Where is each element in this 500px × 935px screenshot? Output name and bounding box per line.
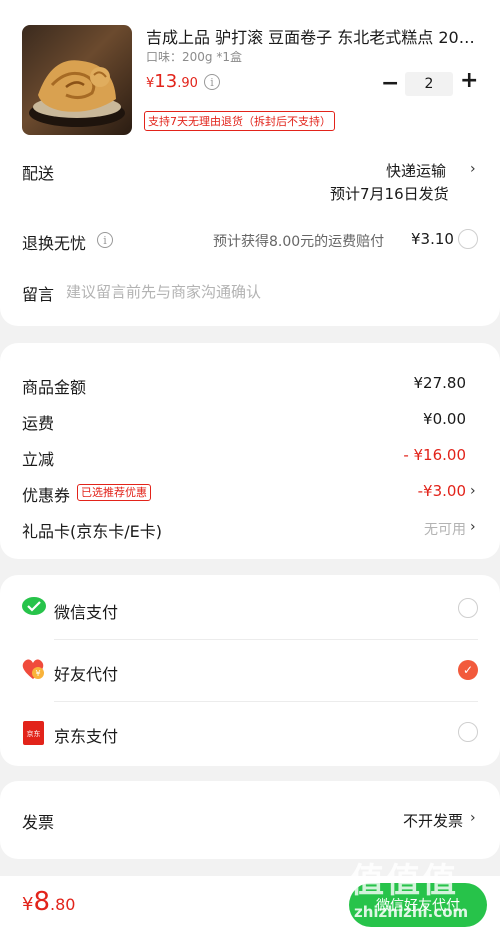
delivery-chevron-icon[interactable]: ›: [470, 161, 476, 177]
friend-pay-heart-icon: ¥: [21, 657, 47, 685]
wechat-pay-label: 微信支付: [54, 603, 119, 622]
refund-description: 预计获得8.00元的运费赔付: [213, 234, 385, 250]
message-input[interactable]: 建议留言前先与商家沟通确认: [66, 281, 261, 302]
price-integer: 13: [154, 71, 178, 92]
coupon-label: 优惠券: [22, 486, 71, 505]
total-integer: 8: [33, 887, 50, 917]
product-name[interactable]: 吉成上品 驴打滚 豆面卷子 东北老式糕点 20…: [146, 24, 476, 48]
quantity-minus-button[interactable]: −: [381, 71, 399, 96]
delivery-label: 配送: [22, 164, 55, 183]
product-spec[interactable]: 口味：200g *1盒: [146, 48, 242, 65]
total-decimal: .80: [50, 895, 76, 914]
wechat-pay-radio[interactable]: [458, 598, 478, 618]
coupon-value[interactable]: -¥3.00: [418, 482, 466, 500]
price-summary-card: 商品金额 ¥27.80 运费 ¥0.00 立减 - ¥16.00 优惠券 已选推…: [0, 343, 500, 559]
payment-option-friend[interactable]: ¥ 好友代付 ✓: [0, 639, 500, 701]
shipping-value: ¥0.00: [423, 410, 466, 428]
total-price: ¥8.80: [22, 887, 75, 917]
shipping-label: 运费: [22, 414, 55, 433]
refund-radio[interactable]: [458, 229, 478, 249]
refund-label: 退换无忧: [22, 234, 87, 253]
product-image[interactable]: [22, 25, 132, 135]
jd-pay-icon: 京东: [23, 721, 44, 745]
invoice-chevron-icon[interactable]: ›: [470, 810, 476, 826]
discount-label: 立减: [22, 450, 55, 469]
watermark-site: zhizhizhi.com: [354, 903, 469, 921]
friend-pay-label: 好友代付: [54, 665, 119, 684]
giftcard-value[interactable]: 无可用: [424, 519, 466, 539]
jd-pay-radio[interactable]: [458, 722, 478, 742]
goods-amount-value: ¥27.80: [413, 374, 467, 392]
wechat-pay-icon: [22, 597, 46, 621]
delivery-eta: 预计7月16日发货: [330, 185, 449, 203]
quantity-plus-button[interactable]: +: [460, 68, 478, 93]
refund-price: ¥3.10: [411, 230, 454, 248]
invoice-card[interactable]: 发票 不开发票 ›: [0, 781, 500, 859]
giftcard-chevron-icon[interactable]: ›: [470, 519, 476, 535]
invoice-value[interactable]: 不开发票: [403, 810, 463, 831]
delivery-method[interactable]: 快递运输: [386, 160, 446, 181]
message-label: 留言: [22, 285, 55, 304]
svg-text:¥: ¥: [35, 669, 40, 678]
watermark-logo: 值值值: [350, 861, 458, 901]
giftcard-label: 礼品卡(京东卡/E卡): [22, 522, 162, 541]
price-decimal: .90: [177, 76, 198, 91]
product-card: 吉成上品 驴打滚 豆面卷子 东北老式糕点 20… 口味：200g *1盒 ¥13…: [0, 0, 500, 326]
total-currency: ¥: [22, 894, 34, 915]
coupon-recommended-badge: 已选推荐优惠: [77, 484, 151, 501]
product-price: ¥13.90: [146, 71, 198, 92]
quantity-input[interactable]: 2: [405, 72, 453, 96]
goods-amount-label: 商品金额: [22, 378, 87, 397]
payment-option-wechat[interactable]: 微信支付: [0, 575, 500, 639]
payment-methods-card: 微信支付 ¥ 好友代付 ✓ 京东 京东支付: [0, 575, 500, 766]
jd-pay-label: 京东支付: [54, 727, 119, 746]
invoice-label: 发票: [22, 813, 55, 832]
return-policy-badge: 支持7天无理由退货（拆封后不支持）: [144, 111, 335, 131]
friend-pay-radio-checked[interactable]: ✓: [458, 660, 478, 680]
price-info-icon[interactable]: i: [204, 74, 220, 90]
coupon-chevron-icon[interactable]: ›: [470, 483, 476, 499]
refund-info-icon[interactable]: i: [97, 232, 113, 248]
payment-option-jd[interactable]: 京东 京东支付: [0, 701, 500, 766]
discount-value: - ¥16.00: [403, 446, 466, 464]
